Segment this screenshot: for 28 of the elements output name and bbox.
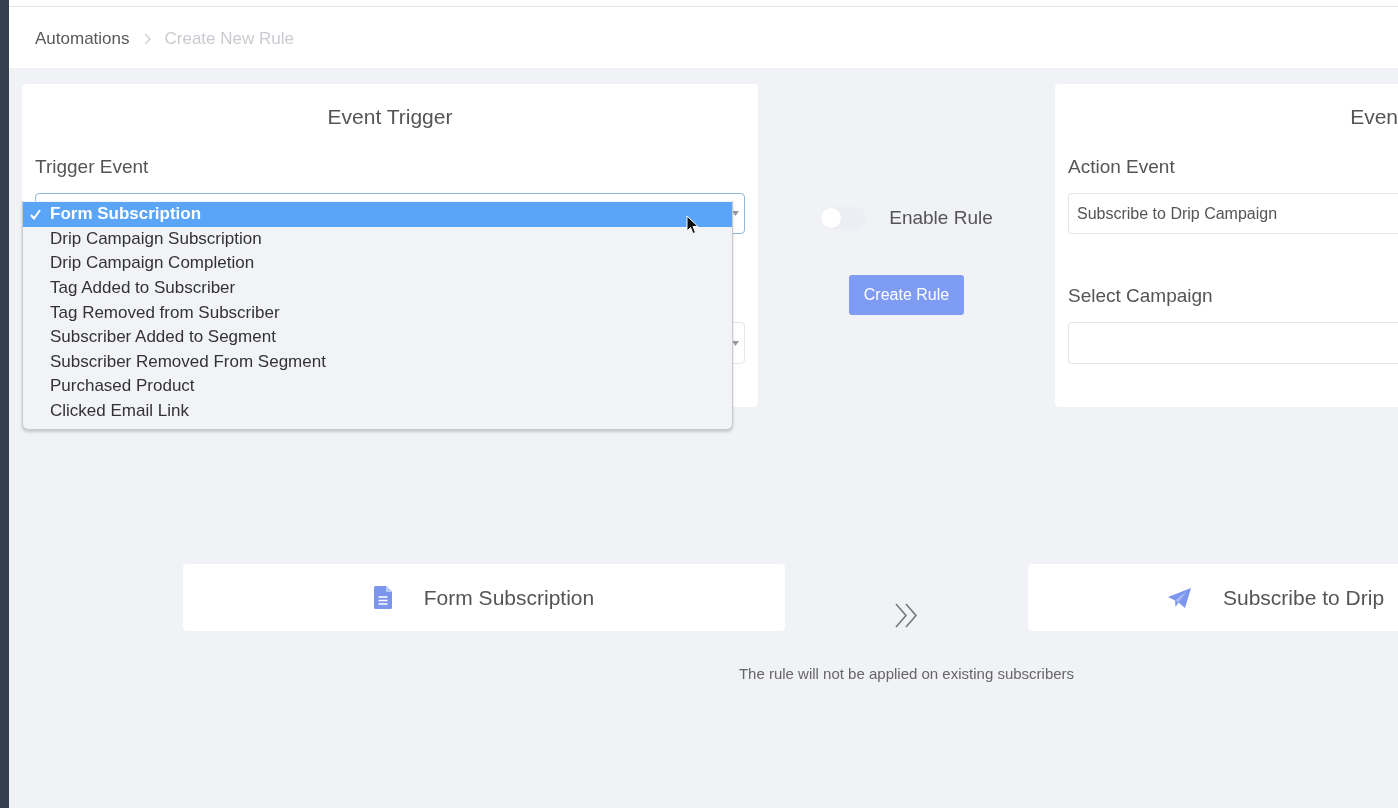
text-field[interactable] [1068,322,1398,364]
field-label: Trigger Event [35,155,150,179]
card-title: Even [1349,104,1398,130]
dropdown-option[interactable]: Clicked Email Link [23,398,732,424]
cursor-icon [686,215,699,235]
document-icon [373,586,392,609]
caret-icon [732,340,739,346]
dropdown-option[interactable]: Tag Removed from Subscriber [23,300,732,325]
field-label: Select Campaign [1068,284,1214,308]
toggle-label: Enable Rule [889,207,993,229]
dropdown-option[interactable]: Subscriber Added to Segment [23,324,732,350]
field-label: Action Event [1068,155,1176,179]
info-note: The rule will not be applied on existing subscribers [738,664,1075,684]
checkmark-icon [30,208,41,220]
dropdown-option[interactable]: Tag Added to Subscriber [23,275,732,301]
breadcrumb-link[interactable]: Automations [35,29,130,49]
dropdown-option[interactable]: Purchased Product [23,374,732,399]
paper-plane-icon [1168,587,1191,608]
double-chevron-icon [895,603,918,628]
card-title: Event Trigger [326,104,454,130]
caret-icon [732,211,739,216]
summary-text: Form Subscription [423,585,595,610]
text-field[interactable]: Subscribe to Drip Campaign [1068,193,1398,234]
dropdown-option[interactable]: Subscriber Removed From Segment [23,349,732,375]
dropdown-option[interactable]: Drip Campaign Subscription [23,226,732,252]
chevron-right-icon [143,33,151,45]
dropdown-option[interactable]: Drip Campaign Completion [23,251,732,276]
summary-text: Subscribe to Drip [1223,585,1385,610]
